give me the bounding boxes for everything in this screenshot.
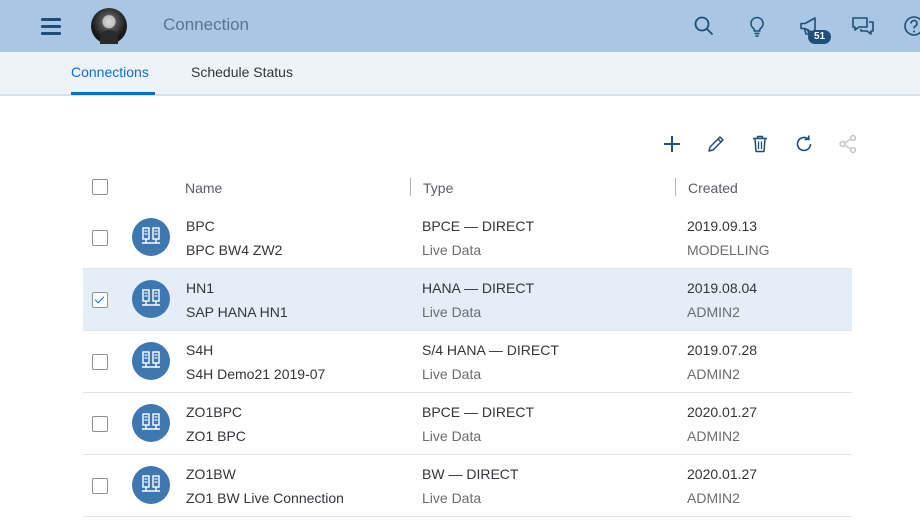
add-icon[interactable]	[660, 132, 684, 156]
connection-data-mode: Live Data	[422, 304, 482, 320]
connection-description: BPC BW4 ZW2	[186, 242, 283, 258]
created-date: 2019.08.04	[687, 280, 758, 296]
avatar[interactable]	[91, 8, 127, 44]
created-by: ADMIN2	[687, 490, 740, 506]
active-tab-indicator	[71, 92, 155, 95]
connection-description: S4H Demo21 2019-07	[186, 366, 326, 382]
connection-type: S/4 HANA — DIRECT	[422, 342, 559, 358]
column-header-created[interactable]: Created	[688, 180, 738, 196]
refresh-icon[interactable]	[792, 132, 816, 156]
delete-icon[interactable]	[748, 132, 772, 156]
help-icon[interactable]	[900, 12, 920, 40]
row-checkbox[interactable]	[92, 230, 108, 246]
select-all-checkbox[interactable]	[92, 179, 108, 195]
row-checkbox[interactable]	[92, 354, 108, 370]
created-date: 2020.01.27	[687, 404, 758, 420]
table-row[interactable]: ZO1BPC ZO1 BPC BPCE — DIRECT Live Data 2…	[83, 393, 852, 455]
created-by: ADMIN2	[687, 304, 740, 320]
column-divider[interactable]	[410, 178, 411, 196]
connection-data-mode: Live Data	[422, 428, 482, 444]
lightbulb-icon[interactable]	[743, 12, 771, 40]
tab-connections[interactable]: Connections	[71, 64, 149, 80]
column-divider[interactable]	[675, 178, 676, 196]
table-row[interactable]: BPC BPC BW4 ZW2 BPCE — DIRECT Live Data …	[83, 207, 852, 269]
connection-type: BW — DIRECT	[422, 466, 519, 482]
connection-description: SAP HANA HN1	[186, 304, 288, 320]
connection-data-mode: Live Data	[422, 366, 482, 382]
tab-schedule-status[interactable]: Schedule Status	[191, 64, 293, 80]
shell-bar: Connection 51	[0, 0, 920, 52]
connection-type: HANA — DIRECT	[422, 280, 535, 296]
connection-icon	[132, 280, 170, 318]
connection-type: BPCE — DIRECT	[422, 218, 535, 234]
connection-data-mode: Live Data	[422, 242, 482, 258]
notification-badge: 51	[808, 30, 831, 44]
connection-description: ZO1 BW Live Connection	[186, 490, 344, 506]
created-by: MODELLING	[687, 242, 770, 258]
table-header: Name Type Created	[83, 172, 852, 204]
connection-icon	[132, 466, 170, 504]
connection-name: ZO1BPC	[186, 404, 243, 420]
edit-icon[interactable]	[704, 132, 728, 156]
tab-bar: Connections Schedule Status	[0, 52, 920, 96]
chat-icon[interactable]	[849, 12, 877, 40]
table-row[interactable]: HN1 SAP HANA HN1 HANA — DIRECT Live Data…	[83, 269, 852, 331]
connection-icon	[132, 218, 170, 256]
menu-icon[interactable]	[39, 14, 63, 38]
connection-icon	[132, 342, 170, 380]
connection-name: ZO1BW	[186, 466, 236, 482]
connection-data-mode: Live Data	[422, 490, 482, 506]
row-checkbox[interactable]	[92, 416, 108, 432]
created-date: 2019.09.13	[687, 218, 758, 234]
page-title: Connection	[163, 15, 250, 34]
connection-name: HN1	[186, 280, 215, 296]
row-checkbox[interactable]	[92, 292, 108, 308]
created-date: 2019.07.28	[687, 342, 758, 358]
connection-name: S4H	[186, 342, 214, 358]
connection-type: BPCE — DIRECT	[422, 404, 535, 420]
connection-icon	[132, 404, 170, 442]
share-icon[interactable]	[836, 132, 860, 156]
column-header-name[interactable]: Name	[185, 180, 222, 196]
connection-description: ZO1 BPC	[186, 428, 246, 444]
table-row[interactable]: S4H S4H Demo21 2019-07 S/4 HANA — DIRECT…	[83, 331, 852, 393]
created-by: ADMIN2	[687, 366, 740, 382]
created-date: 2020.01.27	[687, 466, 758, 482]
created-by: ADMIN2	[687, 428, 740, 444]
connection-name: BPC	[186, 218, 215, 234]
column-header-type[interactable]: Type	[423, 180, 453, 196]
row-checkbox[interactable]	[92, 478, 108, 494]
search-icon[interactable]	[690, 12, 718, 40]
table-row[interactable]: ZO1BW ZO1 BW Live Connection BW — DIRECT…	[83, 455, 852, 517]
